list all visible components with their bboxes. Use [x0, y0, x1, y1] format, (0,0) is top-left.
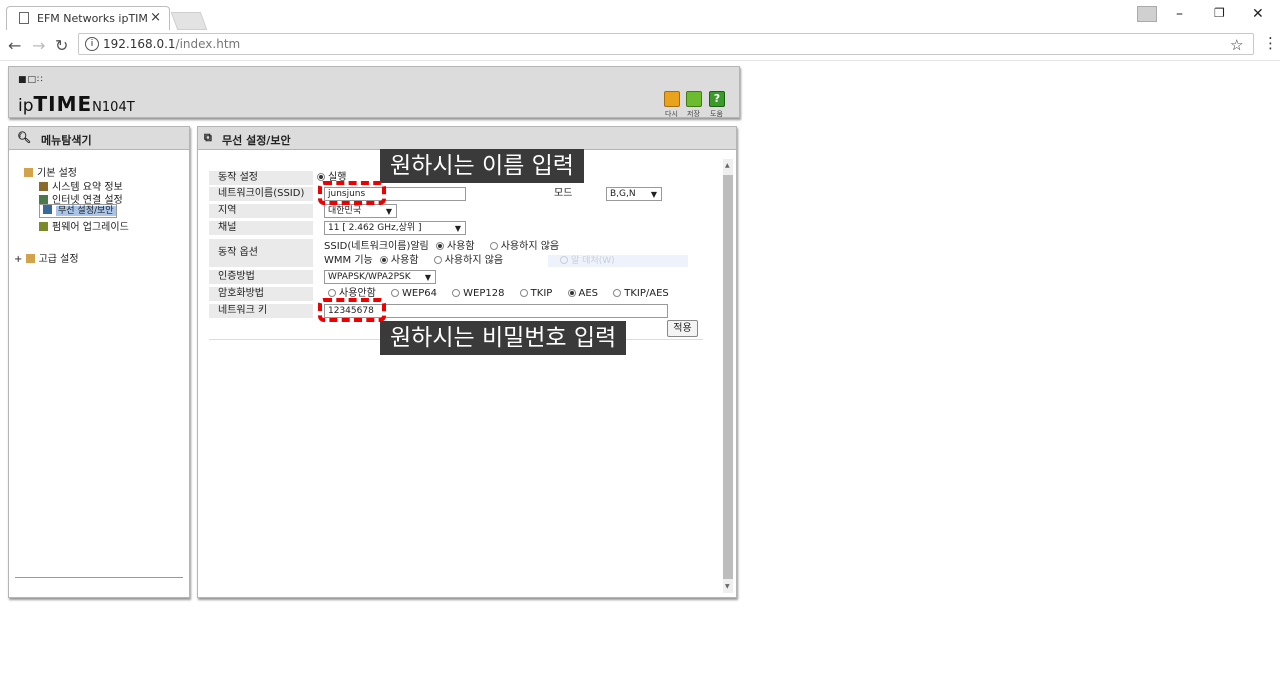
row-options: 동작 옵션 SSID(네트워크이름)알림 사용함 사용하지 않음 WMM 기능 …: [209, 239, 703, 267]
expand-icon[interactable]: +: [14, 254, 26, 265]
url-input[interactable]: i 192.168.0.1/index.htm: [78, 33, 1254, 55]
operation-label: 동작 설정: [209, 171, 313, 185]
ssid-broadcast-label: SSID(네트워크이름)알림: [324, 241, 429, 252]
ssid-broadcast-on-label: 사용함: [446, 241, 475, 252]
row-encryption: 암호화방법 사용안함 WEP64 WEP128 TKIP AES TKIP/AE…: [209, 287, 703, 301]
wireless-icon: [43, 205, 52, 214]
menu-explorer-title: 메뉴탐색기: [41, 134, 92, 147]
help-label: 도움: [710, 110, 723, 118]
window-icon: ⧉: [204, 131, 212, 144]
tab-close-icon[interactable]: ×: [150, 10, 161, 25]
menu-advanced-settings[interactable]: + 고급 설정: [14, 250, 79, 265]
wmm-off-label: 사용하지 않음: [444, 255, 504, 266]
upgrade-icon: [39, 222, 48, 231]
wmm-on-radio[interactable]: [379, 256, 388, 264]
wmm-label: WMM 기능: [324, 255, 373, 266]
ssid-broadcast-off-radio[interactable]: [489, 242, 498, 250]
user-profile-icon[interactable]: [1137, 6, 1157, 22]
window-close-icon[interactable]: ✕: [1252, 6, 1264, 22]
wireless-settings-header: ⧉ 무선 설정/보안: [198, 127, 736, 150]
folder-icon: [24, 168, 33, 177]
menu-explorer-panel: 🔍︎ 메뉴탐색기 기본 설정 시스템 요약 정보 인터넷 연결 설정 무선 설정…: [8, 126, 190, 598]
reload-icon[interactable]: ↻: [55, 36, 68, 55]
save-icon[interactable]: [686, 91, 702, 107]
row-channel: 채널 11 [ 2.462 GHz,상위 ] ▼: [209, 221, 703, 235]
folder-icon: [25, 254, 35, 263]
row-ssid: 네트워크이름(SSID) junsjuns 모드 B,G,N ▼: [209, 187, 703, 201]
browser-tab-bar: EFM Networks ipTIME N × – ❐ ✕: [0, 0, 1280, 30]
scrollbar[interactable]: ▲ ▼: [723, 159, 733, 593]
row-network-key: 네트워크 키 12345678: [209, 304, 703, 318]
mode-select[interactable]: B,G,N ▼: [606, 187, 662, 201]
dropdown-arrow-icon: ▼: [650, 190, 657, 199]
search-icon: 🔍︎: [17, 131, 31, 144]
browser-menu-icon[interactable]: ⋮: [1263, 34, 1278, 52]
menu-firmware-upgrade[interactable]: 펌웨어 업그레이드: [39, 218, 129, 233]
chart-icon: [39, 182, 48, 191]
wmm-on-label: 사용함: [390, 255, 419, 266]
region-label: 지역: [209, 204, 313, 218]
new-tab-button[interactable]: [170, 12, 208, 30]
enc-wep64-radio[interactable]: [391, 289, 399, 297]
menu-wireless-security[interactable]: 무선 설정/보안: [39, 204, 117, 218]
browser-tab[interactable]: EFM Networks ipTIME N ×: [6, 6, 170, 30]
enc-aes-radio[interactable]: [567, 289, 576, 297]
reload-settings-icon[interactable]: [664, 91, 680, 107]
monitor-icon: [39, 195, 48, 204]
ssid-broadcast-off-label: 사용하지 않음: [500, 241, 560, 252]
back-icon[interactable]: ←: [8, 36, 21, 55]
dropdown-arrow-icon: ▼: [385, 207, 392, 216]
forward-icon[interactable]: →: [32, 36, 45, 55]
channel-label: 채널: [209, 221, 313, 235]
auth-select[interactable]: WPAPSK/WPA2PSK ▼: [324, 270, 436, 284]
name-hint-callout: 원하시는 이름 입력: [380, 149, 584, 183]
scrollbar-thumb[interactable]: [723, 175, 733, 579]
reload-label: 다시: [665, 110, 678, 118]
wmm-off-radio[interactable]: [433, 256, 442, 264]
save-label: 저장: [687, 110, 700, 118]
mode-label: 모드: [554, 188, 573, 199]
network-key-label: 네트워크 키: [209, 304, 313, 318]
url-text: 192.168.0.1/index.htm: [103, 37, 241, 51]
menu-basic-settings[interactable]: 기본 설정: [24, 164, 77, 179]
scroll-down-icon[interactable]: ▼: [725, 583, 730, 590]
logo-mark: ■□∷: [18, 75, 44, 85]
address-bar: ← → ↻ i 192.168.0.1/index.htm ☆ ⋮: [0, 30, 1280, 61]
wireless-settings-panel: ⧉ 무선 설정/보안 동작 설정 실행 네트워크이름(SSID) junsjun…: [197, 126, 737, 598]
router-header: ■□∷ ipTIMEN104T ? 다시 저장 도움: [8, 66, 740, 118]
enc-tkip-radio[interactable]: [519, 289, 528, 297]
ssid-highlight-box: [318, 181, 386, 205]
dropdown-arrow-icon: ▼: [454, 224, 461, 233]
key-highlight-box: [318, 298, 386, 322]
auth-label: 인증방법: [209, 270, 313, 284]
row-auth: 인증방법 WPAPSK/WPA2PSK ▼: [209, 270, 703, 284]
apply-button[interactable]: 적용: [667, 320, 698, 337]
run-radio[interactable]: [317, 173, 325, 181]
menu-explorer-header: 🔍︎ 메뉴탐색기: [9, 127, 189, 150]
help-icon[interactable]: ?: [709, 91, 725, 107]
enc-tkip-aes-radio[interactable]: [613, 289, 622, 297]
bookmark-star-icon[interactable]: ☆: [1230, 36, 1243, 54]
password-hint-callout: 원하시는 비밀번호 입력: [380, 321, 627, 355]
tab-title: EFM Networks ipTIME N: [37, 12, 147, 25]
minimize-icon[interactable]: –: [1176, 6, 1183, 22]
ssid-broadcast-on-radio[interactable]: [435, 242, 444, 250]
restore-icon[interactable]: ❐: [1214, 6, 1225, 20]
region-select[interactable]: 대한민국 ▼: [324, 204, 397, 218]
panel-divider: [15, 577, 183, 578]
enc-wep128-radio[interactable]: [452, 289, 461, 297]
encryption-label: 암호화방법: [209, 287, 313, 301]
dropdown-arrow-icon: ▼: [424, 273, 431, 282]
brand-logo: ipTIMEN104T: [18, 92, 135, 116]
ssid-label: 네트워크이름(SSID): [209, 187, 313, 201]
row-region: 지역 대한민국 ▼: [209, 204, 703, 218]
disabled-option: 알 데처(W): [548, 255, 688, 267]
enc-none-radio[interactable]: [328, 289, 336, 297]
options-label: 동작 옵션: [209, 239, 313, 267]
page-icon: [19, 12, 29, 24]
channel-select[interactable]: 11 [ 2.462 GHz,상위 ] ▼: [324, 221, 466, 235]
wireless-settings-title: 무선 설정/보안: [222, 134, 291, 147]
scroll-up-icon[interactable]: ▲: [725, 162, 730, 169]
info-icon[interactable]: i: [85, 37, 99, 51]
